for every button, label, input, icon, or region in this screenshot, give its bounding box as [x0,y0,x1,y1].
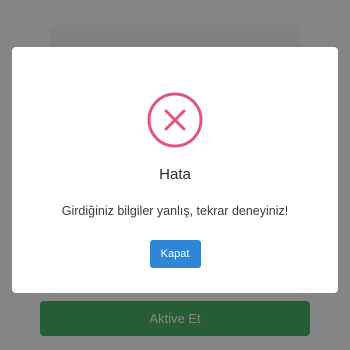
error-dialog: Hata Girdiğiniz bilgiler yanlış, tekrar … [12,47,338,293]
dialog-message: Girdiğiniz bilgiler yanlış, tekrar deney… [61,204,289,218]
screen: Aktive Et Hata Girdiğiniz bilgiler yanlı… [0,0,350,350]
x-circle-icon [147,92,203,148]
dialog-title: Hata [159,166,191,183]
close-button[interactable]: Kapat [149,240,201,268]
